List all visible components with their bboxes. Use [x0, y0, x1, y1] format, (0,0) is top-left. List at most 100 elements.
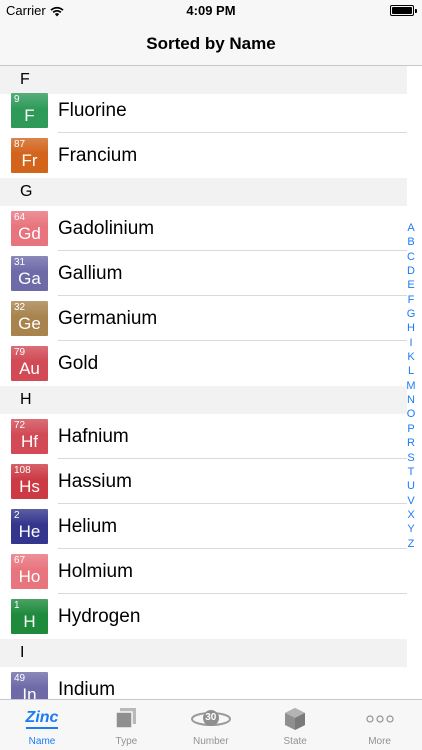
element-symbol: Ge	[18, 314, 41, 333]
element-symbol: Ho	[18, 567, 41, 586]
list-item[interactable]: 64 Gd Gadolinium	[0, 206, 407, 251]
element-symbol: He	[18, 522, 41, 541]
element-name: Gold	[58, 353, 99, 374]
atomic-number: 79	[14, 347, 26, 358]
status-time: 4:09 PM	[186, 3, 236, 18]
list-item[interactable]: 108 Hs Hassium	[0, 459, 407, 504]
tab-label: More	[368, 736, 391, 747]
element-tile: 2 He	[11, 509, 48, 544]
element-symbol: H	[23, 612, 36, 631]
element-name: Francium	[58, 145, 138, 166]
index-letter-n[interactable]: N	[407, 393, 415, 407]
index-letter-y[interactable]: Y	[407, 522, 414, 536]
element-tile: 49 In	[11, 672, 48, 699]
section-header: H	[0, 386, 407, 414]
index-letter-k[interactable]: K	[407, 350, 414, 364]
index-letter-h[interactable]: H	[407, 321, 415, 335]
section-header: G	[0, 178, 407, 206]
atomic-number: 2	[14, 510, 20, 521]
index-letter-e[interactable]: E	[407, 278, 414, 292]
element-symbol: Hs	[19, 477, 40, 496]
status-bar: Carrier 4:09 PM	[0, 0, 422, 22]
cube-icon	[253, 706, 337, 732]
element-tile: 87 Fr	[11, 138, 48, 173]
element-symbol: Ga	[18, 269, 41, 288]
element-name: Gadolinium	[58, 218, 155, 239]
index-letter-t[interactable]: T	[408, 465, 415, 479]
element-symbol: F	[24, 106, 35, 125]
list-item[interactable]: 31 Ga Gallium	[0, 251, 407, 296]
list-item[interactable]: 87 Fr Francium	[0, 133, 407, 178]
tab-bar: Zinc Name Type 30 Number State More	[0, 699, 422, 750]
index-letter-m[interactable]: M	[406, 379, 415, 393]
atomic-number: 87	[14, 139, 26, 150]
element-name: Helium	[58, 516, 118, 537]
list-item[interactable]: 72 Hf Hafnium	[0, 414, 407, 459]
zinc-text-icon: Zinc	[0, 706, 84, 732]
orbit-number-icon: 30	[169, 706, 253, 732]
index-letter-i[interactable]: I	[409, 336, 412, 350]
element-list[interactable]: F 9 F Fluorine 87 Fr Francium G 64 Gd Gadolinium 3…	[0, 66, 422, 699]
index-letter-v[interactable]: V	[407, 494, 414, 508]
tab-more[interactable]: More	[338, 700, 422, 750]
section-index[interactable]: ABCDEFGHIKLMNOPRSTUVXYZ	[404, 221, 418, 551]
index-letter-c[interactable]: C	[407, 250, 415, 264]
index-letter-d[interactable]: D	[407, 264, 415, 278]
list-item[interactable]: 67 Ho Holmium	[0, 549, 407, 594]
tab-name[interactable]: Zinc Name	[0, 700, 84, 750]
index-letter-u[interactable]: U	[407, 479, 415, 493]
atomic-number: 49	[14, 673, 26, 684]
orbit-number: 30	[205, 712, 217, 723]
element-tile: 9F	[11, 93, 48, 128]
page-title: Sorted by Name	[146, 34, 276, 53]
element-name: Hydrogen	[58, 606, 141, 627]
element-name: Germanium	[58, 308, 158, 329]
section-header: F	[0, 66, 407, 94]
list-item[interactable]: 79 Au Gold	[0, 341, 407, 386]
index-letter-a[interactable]: A	[407, 221, 414, 235]
list-item[interactable]: 49 In Indium	[0, 667, 407, 699]
more-dots-icon	[338, 706, 422, 732]
atomic-number: 1	[14, 600, 20, 611]
element-tile: 64 Gd	[11, 211, 48, 246]
list-item[interactable]: 9 F Fluorine	[0, 93, 407, 133]
index-letter-s[interactable]: S	[407, 451, 414, 465]
index-letter-f[interactable]: F	[408, 293, 415, 307]
section-header: I	[0, 639, 407, 667]
element-name: Hassium	[58, 471, 132, 492]
atomic-number: 108	[14, 465, 31, 476]
tab-label: Number	[193, 736, 229, 747]
index-letter-p[interactable]: P	[407, 422, 414, 436]
element-name: Indium	[58, 679, 116, 699]
tab-type[interactable]: Type	[84, 700, 168, 750]
element-symbol: Gd	[18, 224, 41, 243]
element-name: Holmium	[58, 561, 133, 582]
list-item[interactable]: 2 He Helium	[0, 504, 407, 549]
element-symbol: Hf	[21, 432, 38, 451]
index-letter-o[interactable]: O	[407, 407, 416, 421]
element-tile: 108 Hs	[11, 464, 48, 499]
atomic-number: 9	[14, 94, 20, 105]
atomic-number: 32	[14, 302, 26, 313]
index-letter-z[interactable]: Z	[408, 537, 415, 551]
index-letter-x[interactable]: X	[407, 508, 414, 522]
battery-icon	[390, 5, 417, 16]
list-item[interactable]: 1 H Hydrogen	[0, 594, 407, 639]
list-item[interactable]: 32 Ge Germanium	[0, 296, 407, 341]
tab-label: Name	[28, 736, 56, 747]
atomic-number: 67	[14, 555, 26, 566]
index-letter-b[interactable]: B	[407, 235, 414, 249]
index-letter-l[interactable]: L	[408, 364, 414, 378]
index-letter-g[interactable]: G	[407, 307, 416, 321]
element-tile: 1H	[11, 599, 48, 634]
stacked-squares-icon	[84, 706, 168, 732]
element-tile: 32 Ge	[11, 301, 48, 336]
atomic-number: 31	[14, 257, 26, 268]
tab-number[interactable]: 30 Number	[169, 700, 253, 750]
tab-state[interactable]: State	[253, 700, 337, 750]
index-letter-r[interactable]: R	[407, 436, 415, 450]
element-name: Gallium	[58, 263, 123, 284]
tab-label: State	[283, 736, 307, 747]
element-name: Hafnium	[58, 426, 129, 447]
element-symbol: Au	[19, 359, 40, 378]
